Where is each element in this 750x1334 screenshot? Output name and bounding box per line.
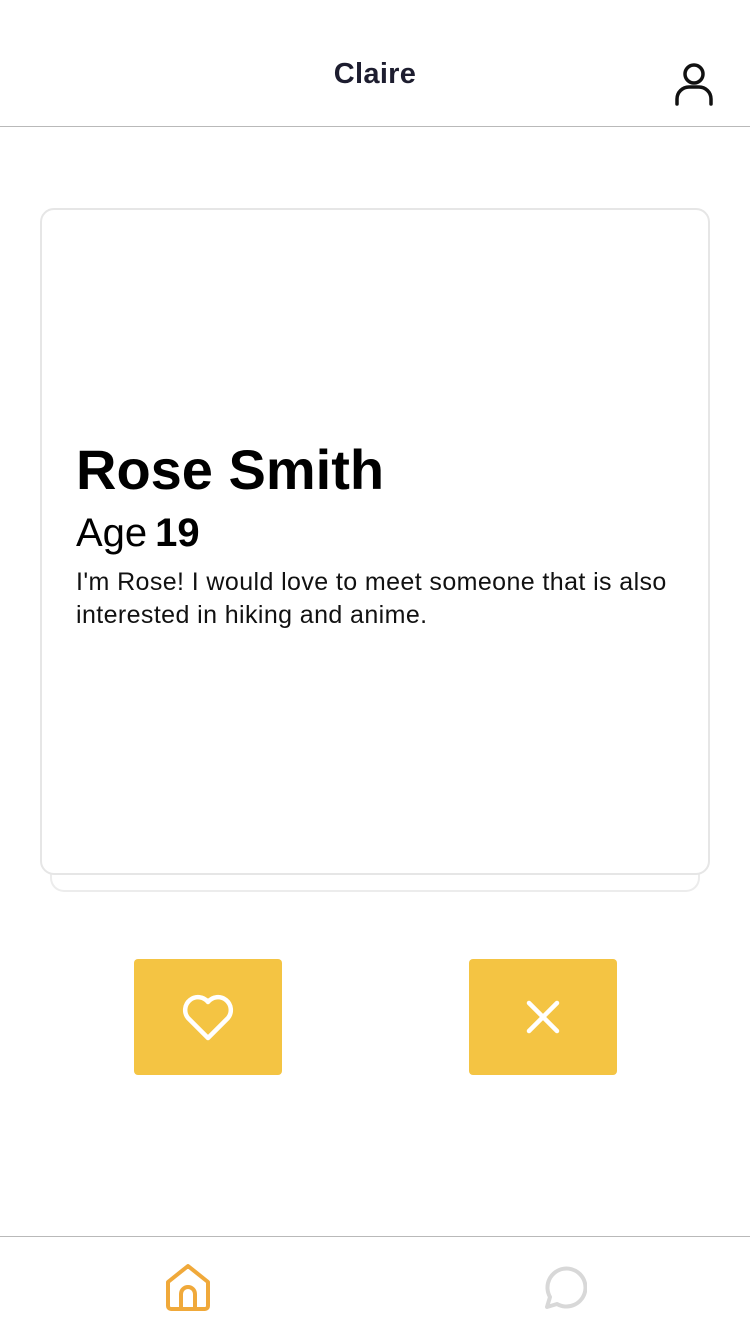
chat-icon [545,1266,587,1309]
profile-name: Rose Smith [76,438,385,501]
profile-bio: I'm Rose! I would love to meet someone t… [76,568,667,629]
profile-button[interactable] [670,60,718,108]
top-header: Claire [0,0,750,127]
user-icon [675,63,713,106]
close-icon [526,1000,560,1034]
profile-card[interactable]: Rose Smith Age 19 I'm Rose! I would love … [40,208,710,875]
like-button[interactable] [134,959,282,1075]
nav-home[interactable] [160,1259,216,1315]
page-title: Claire [333,58,417,90]
app-screen: Claire Rose Smith Age 19 I'm Rose! I woul… [0,0,750,1334]
age-value: 19 [155,511,200,555]
heart-icon [182,994,234,1041]
bottom-navigation [0,1236,750,1334]
pass-button[interactable] [469,959,617,1075]
age-label: Age [76,511,148,555]
nav-chat[interactable] [535,1259,591,1315]
profile-age: Age 19 [76,513,200,553]
home-icon [166,1264,210,1311]
